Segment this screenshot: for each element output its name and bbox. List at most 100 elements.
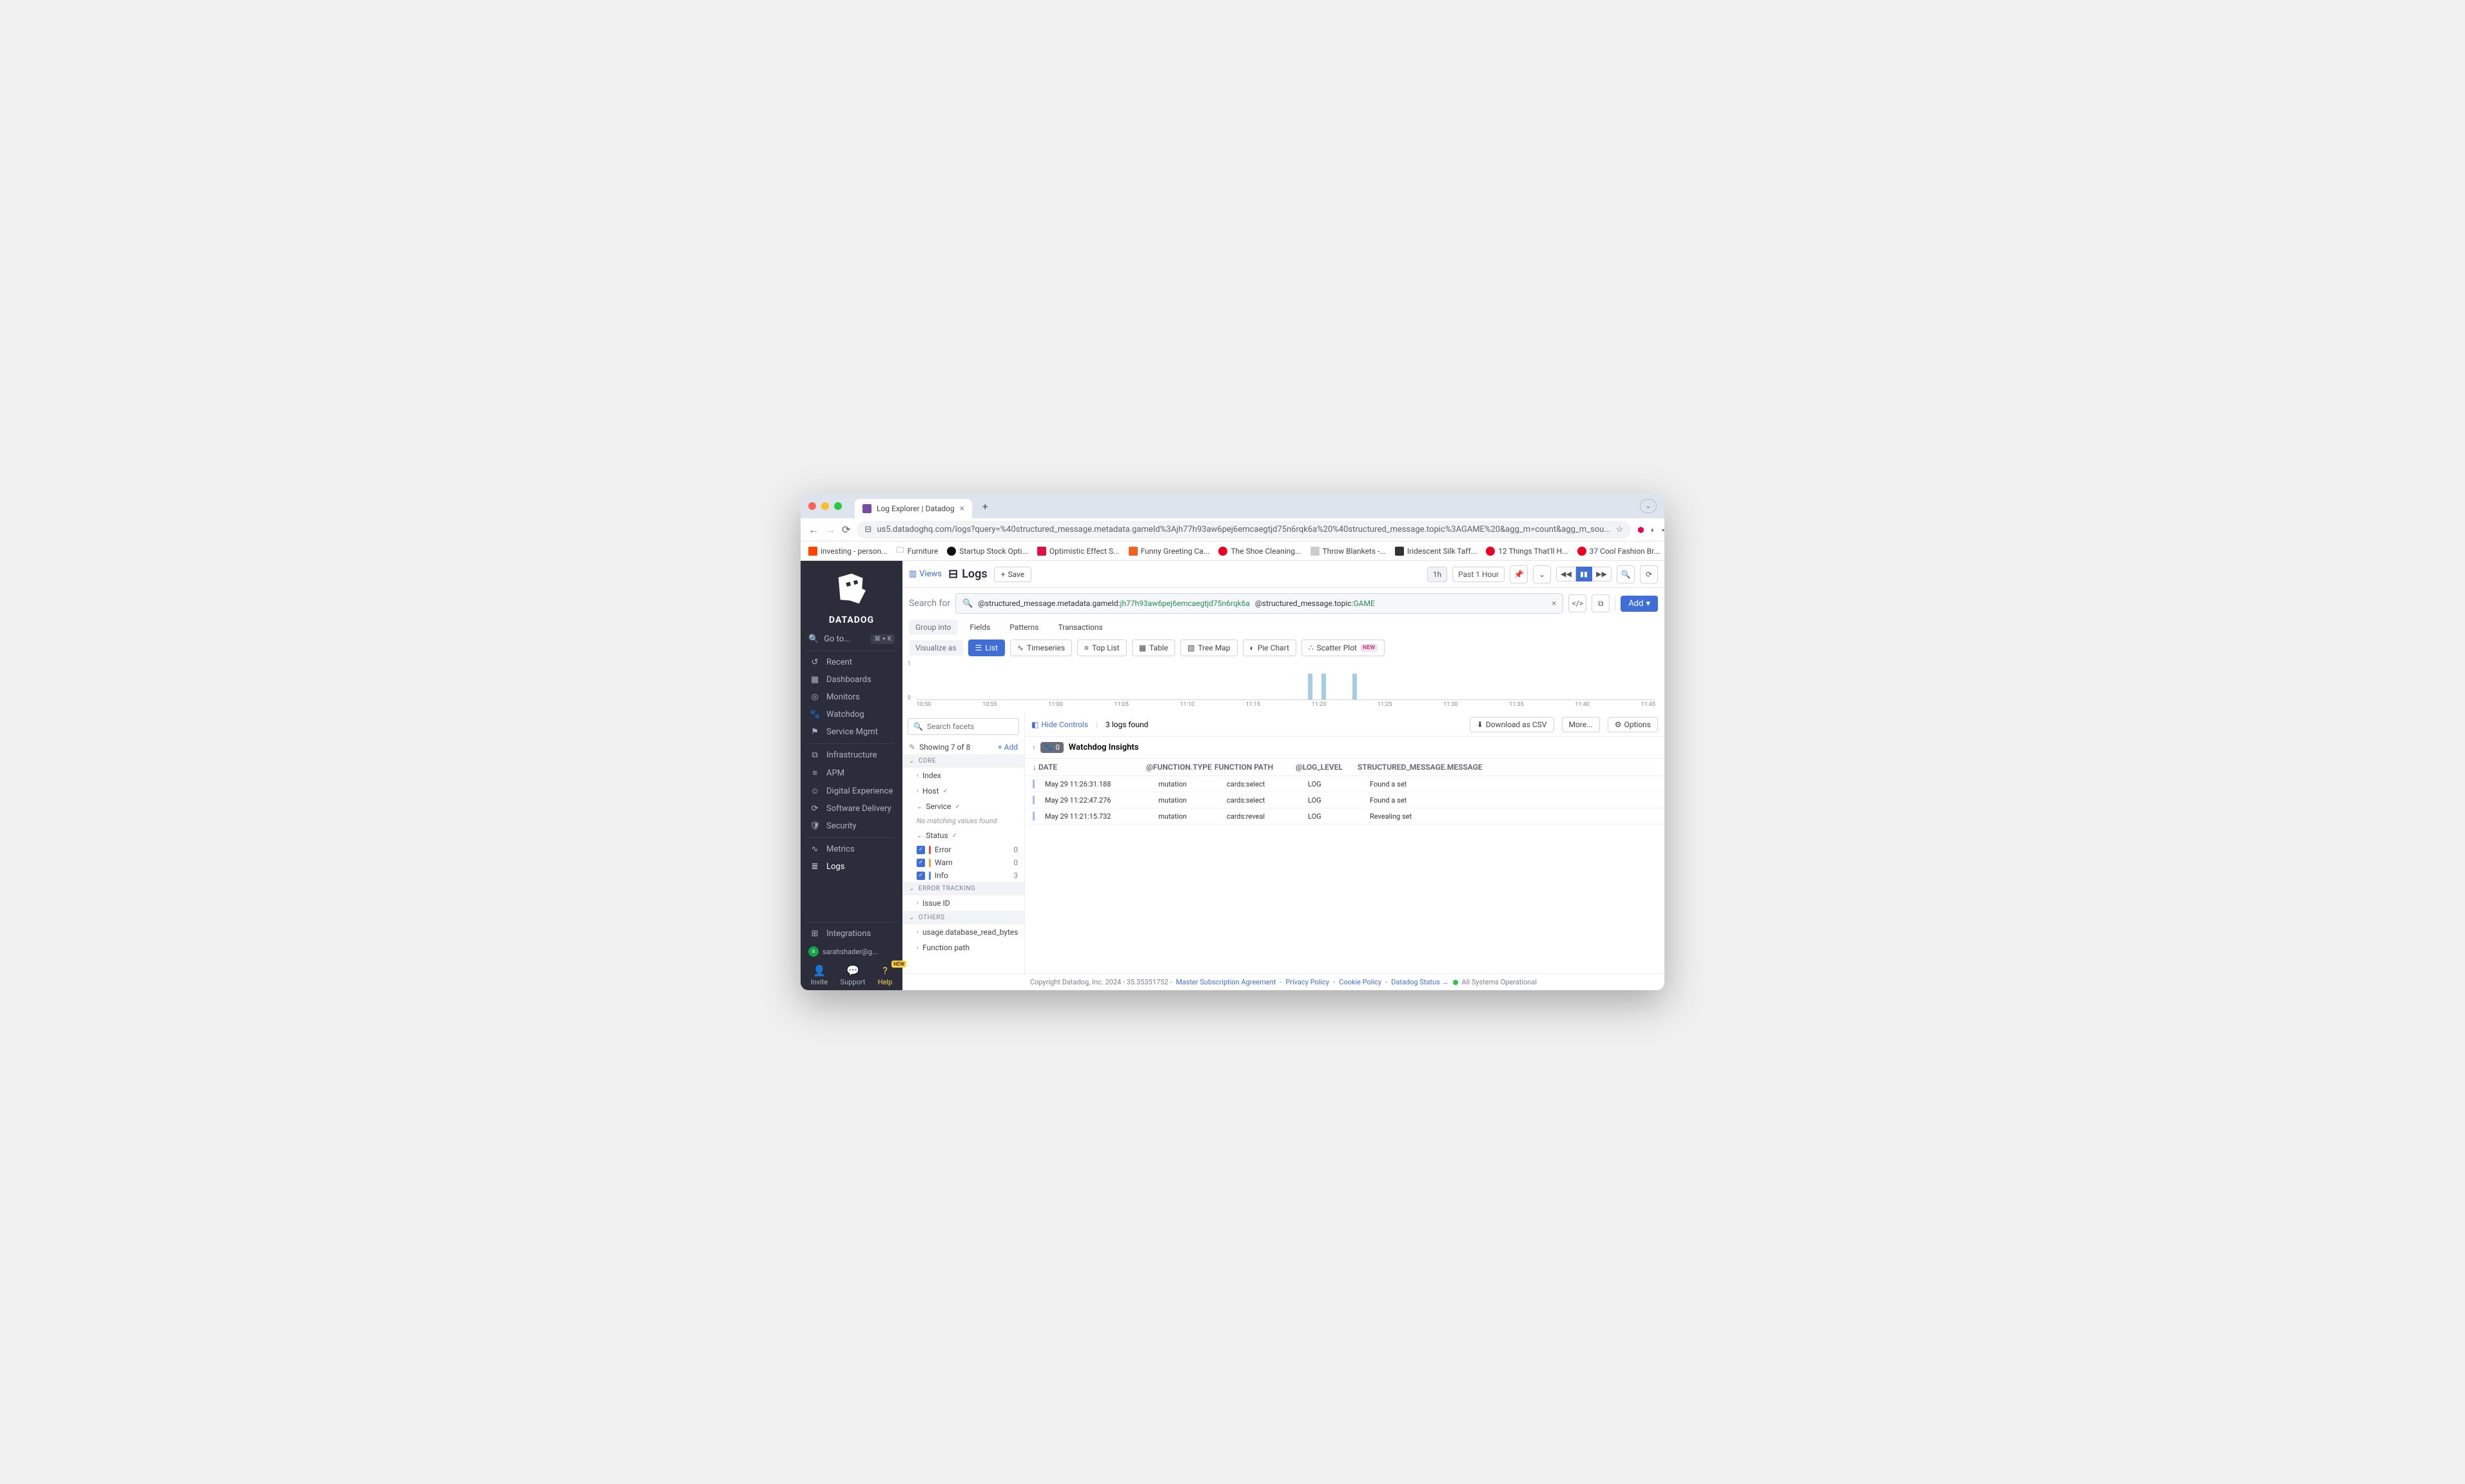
refresh-icon[interactable]: ⟳ <box>1640 565 1658 583</box>
col-message[interactable]: STRUCTURED_MESSAGE.MESSAGE <box>1358 763 1657 772</box>
facet-section-core[interactable]: ⌄CORE <box>902 754 1024 768</box>
sidebar-item-security[interactable]: 🛡Security <box>801 817 902 835</box>
pause-button[interactable]: ▮▮ <box>1576 567 1592 581</box>
time-range-picker[interactable]: Past 1 Hour <box>1452 567 1505 582</box>
bookmark-item[interactable]: Startup Stock Opti... <box>947 547 1028 556</box>
facet-host[interactable]: ›Host ✓ <box>902 783 1024 799</box>
footer-link-msa[interactable]: Master Subscription Agreement <box>1176 978 1276 986</box>
bookmark-item[interactable]: 37 Cool Fashion Br... <box>1577 547 1660 556</box>
sidebar-item-watchdog[interactable]: 🐾Watchdog <box>801 706 902 723</box>
facet-section-others[interactable]: ⌄OTHERS <box>902 911 1024 924</box>
download-csv-button[interactable]: ⬇Download as CSV <box>1470 717 1554 732</box>
status-warn[interactable]: ✓Warn0 <box>902 856 1024 869</box>
col-function-type[interactable]: @FUNCTION.TYPE <box>1146 763 1204 772</box>
footer-link-privacy[interactable]: Privacy Policy <box>1285 978 1329 986</box>
support-button[interactable]: 💬Support <box>841 964 866 986</box>
sidebar-item-dashboards[interactable]: ▦Dashboards <box>801 671 902 688</box>
forward-button[interactable]: → <box>825 523 835 536</box>
status-error[interactable]: ✓Error0 <box>902 843 1024 856</box>
sidebar-item-recent[interactable]: ↺Recent <box>801 654 902 671</box>
sidebar-item-service-mgmt[interactable]: ⚑Service Mgmt <box>801 723 902 741</box>
add-button[interactable]: Add▾ <box>1621 596 1658 612</box>
chart-bar[interactable] <box>1321 674 1326 699</box>
bookmark-item[interactable]: investing - person... <box>808 547 888 556</box>
bookmark-item[interactable]: 12 Things That'll H... <box>1486 547 1568 556</box>
pin-icon[interactable]: 📌 <box>1510 565 1528 583</box>
help-button[interactable]: NEW?Help <box>878 964 893 986</box>
save-button[interactable]: +Save <box>994 567 1031 582</box>
minimize-window-icon[interactable] <box>821 502 829 510</box>
time-preset-1h[interactable]: 1h <box>1427 567 1447 582</box>
bookmark-item[interactable]: Funny Greeting Ca... <box>1129 547 1210 556</box>
sidebar-item-software-delivery[interactable]: ⟳Software Delivery <box>801 800 902 817</box>
checkbox-checked-icon[interactable]: ✓ <box>917 872 925 880</box>
facet-service[interactable]: ⌄Service ✓ <box>902 799 1024 814</box>
user-account[interactable]: s sarahshader@g... <box>801 942 902 961</box>
bookmark-item[interactable]: Iridescent Silk Taff... <box>1395 547 1477 556</box>
vis-timeseries[interactable]: ∿Timeseries <box>1010 639 1072 656</box>
vis-list[interactable]: ☰List <box>968 639 1005 656</box>
reload-button[interactable]: ⟳ <box>842 523 850 536</box>
options-button[interactable]: ⚙Options <box>1608 717 1658 732</box>
sidebar-item-apm[interactable]: ≡APM <box>801 764 902 782</box>
bookmark-item[interactable]: Throw Blankets -... <box>1310 547 1386 556</box>
more-button[interactable]: More... <box>1562 717 1600 732</box>
facet-section-error-tracking[interactable]: ⌄ERROR TRACKING <box>902 882 1024 895</box>
checkbox-checked-icon[interactable]: ✓ <box>917 846 925 854</box>
code-mode-icon[interactable]: </> <box>1568 594 1586 612</box>
log-row[interactable]: May 29 11:22:47.276 mutation cards:selec… <box>1025 792 1664 808</box>
tabs-dropdown-button[interactable]: ⌄ <box>1640 499 1657 513</box>
tab-fields[interactable]: Fields <box>963 619 998 636</box>
log-row[interactable]: May 29 11:26:31.188 mutation cards:selec… <box>1025 776 1664 792</box>
copy-icon[interactable]: ⧉ <box>1592 594 1610 612</box>
chevron-down-icon[interactable]: ⌄ <box>1533 565 1551 583</box>
facet-function-path[interactable]: ›Function path <box>902 940 1024 955</box>
extension-icon[interactable]: ◐ <box>1651 523 1655 536</box>
vis-table[interactable]: ▦Table <box>1132 639 1175 656</box>
sidebar-item-logs[interactable]: ≣Logs <box>801 858 902 875</box>
facet-index[interactable]: ›Index <box>902 768 1024 783</box>
bookmark-star-icon[interactable]: ☆ <box>1616 525 1624 534</box>
facet-status[interactable]: ⌄Status ✓ <box>902 828 1024 843</box>
timeline-chart[interactable]: 1 0 <box>917 663 1655 700</box>
browser-tab[interactable]: Log Explorer | Datadog × <box>855 499 972 518</box>
facet-db-read-bytes[interactable]: ›usage.database_read_bytes <box>902 924 1024 940</box>
sidebar-item-infrastructure[interactable]: ⧉Infrastructure <box>801 747 902 764</box>
vis-scatter[interactable]: ∴Scatter PlotNEW <box>1301 639 1385 656</box>
sidebar-item-monitors[interactable]: ◎Monitors <box>801 688 902 706</box>
vis-toplist[interactable]: ≡Top List <box>1077 639 1127 656</box>
invite-button[interactable]: 👤Invite <box>811 964 828 986</box>
checkbox-checked-icon[interactable]: ✓ <box>917 859 925 867</box>
rewind-button[interactable]: ◀◀ <box>1556 567 1576 581</box>
sidebar-item-integrations[interactable]: ⊞Integrations <box>801 925 902 942</box>
chart-bar[interactable] <box>1308 674 1312 699</box>
clear-search-icon[interactable]: × <box>1552 599 1556 609</box>
zoom-icon[interactable]: 🔍 <box>1617 565 1635 583</box>
views-button[interactable]: ▥Views <box>909 569 942 579</box>
goto-search[interactable]: 🔍 Go to... ⌘ + K <box>801 630 902 648</box>
forward-step-button[interactable]: ▶▶ <box>1592 567 1612 581</box>
footer-link-cookie[interactable]: Cookie Policy <box>1339 978 1381 986</box>
close-window-icon[interactable] <box>808 502 816 510</box>
sidebar-item-digital-experience[interactable]: ☺Digital Experience <box>801 782 902 800</box>
facet-search[interactable]: 🔍 <box>908 718 1019 735</box>
vis-piechart[interactable]: ◐Pie Chart <box>1243 639 1296 656</box>
url-bar[interactable]: ⊟ us5.datadoghq.com/logs?query=%40struct… <box>857 521 1631 539</box>
facet-issue-id[interactable]: ›Issue ID <box>902 895 1024 911</box>
back-button[interactable]: ← <box>808 523 819 536</box>
log-row[interactable]: May 29 11:21:15.732 mutation cards:revea… <box>1025 808 1664 825</box>
tab-patterns[interactable]: Patterns <box>1002 619 1046 636</box>
watchdog-insights-row[interactable]: › 🐾0 Watchdog Insights <box>1025 737 1664 759</box>
search-input[interactable]: 🔍 @structured_message.metadata.gameId:jh… <box>955 593 1563 614</box>
vis-treemap[interactable]: ▧Tree Map <box>1180 639 1237 656</box>
chart-bar[interactable] <box>1352 674 1357 699</box>
close-tab-icon[interactable]: × <box>960 503 964 514</box>
pencil-icon[interactable]: ✎ <box>909 743 915 752</box>
search-chip[interactable]: @structured_message.metadata.gameId:jh77… <box>978 599 1250 608</box>
add-facet-button[interactable]: + Add <box>998 743 1018 752</box>
status-info[interactable]: ✓Info3 <box>902 869 1024 882</box>
tab-transactions[interactable]: Transactions <box>1051 619 1109 636</box>
search-chip[interactable]: @structured_message.topic:GAME <box>1255 599 1375 608</box>
extension-icon[interactable]: ▪ <box>1662 523 1664 536</box>
bookmark-item[interactable]: The Shoe Cleaning... <box>1218 547 1301 556</box>
